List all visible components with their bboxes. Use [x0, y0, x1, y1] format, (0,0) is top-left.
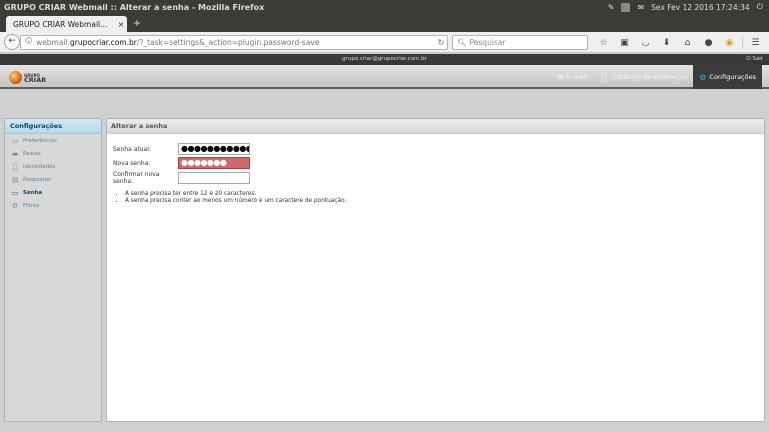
- menu-icon[interactable]: ☰: [745, 38, 766, 48]
- identity-icon: 👤︎: [10, 162, 20, 171]
- nav-addressbook-label: Catálogo de endereços: [612, 73, 688, 81]
- settings-sidebar: Configurações ▭ Preferências ▬ Pastas 👤︎…: [4, 118, 102, 422]
- sidebar-item-label: Pastas: [23, 150, 41, 157]
- clock[interactable]: Sex Fev 12 2016 17:24:34: [651, 3, 750, 12]
- logo-line2: CRIAR: [24, 75, 47, 84]
- nav-settings[interactable]: ⚙ Configurações: [693, 65, 762, 89]
- browser-tab[interactable]: GRUPO CRIAR Webmail... ×: [6, 16, 127, 32]
- new-tab-button[interactable]: +: [131, 17, 143, 30]
- responses-icon: ▤: [11, 175, 19, 184]
- logo-icon: [9, 71, 22, 84]
- browser-toolbar: ☆ ▣ ◡ ⬇ ⌂ ● ◉ ☰: [593, 35, 766, 50]
- system-tray: ✎ ✉ Sex Fev 12 2016 17:24:34 ⏻: [608, 2, 769, 12]
- url-prefix: webmail.: [36, 38, 70, 47]
- mail-indicator-icon[interactable]: ✉: [637, 3, 644, 12]
- sidebar-item-identities[interactable]: 👤︎ Identidades: [5, 160, 101, 173]
- logo-text: GRUPO CRIAR: [24, 73, 46, 83]
- confirm-password-field[interactable]: [178, 172, 250, 184]
- user-strip: grupo.criar@grupocriar.com.br ⏻ Sair: [0, 54, 769, 65]
- new-password-field[interactable]: ●●●●●●●: [178, 157, 250, 169]
- password-rule: A senha precisa ter entre 12 e 20 caract…: [125, 191, 346, 197]
- gear-icon: ⚙: [699, 72, 707, 82]
- sidebar-item-label: Preferências: [23, 137, 57, 144]
- tab-title: GRUPO CRIAR Webmail...: [13, 19, 108, 29]
- sidebar-item-password[interactable]: ▭ Senha: [5, 186, 101, 199]
- chat-icon[interactable]: ●: [698, 38, 719, 48]
- contacts-icon: 👤︎: [599, 72, 610, 82]
- envelope-icon: ✉: [557, 72, 564, 82]
- os-title-bar: GRUPO CRIAR Webmail :: Alterar a senha -…: [0, 0, 769, 14]
- main-nav: ✉ E-mail 👤︎ Catálogo de endereços ⚙ Conf…: [551, 65, 762, 89]
- current-password-field[interactable]: ●●●●●●●●●●●●●●●: [178, 143, 250, 155]
- current-password-row: Senha atual: ●●●●●●●●●●●●●●●: [113, 143, 250, 155]
- logout-button[interactable]: ⏻ Sair: [746, 56, 763, 63]
- url-domain: grupocriar.com.br: [69, 38, 137, 47]
- pocket-icon[interactable]: ◡: [635, 38, 656, 48]
- logo[interactable]: GRUPO CRIAR: [9, 70, 49, 85]
- sidebar-item-label: Filtros: [23, 202, 40, 209]
- nav-settings-label: Configurações: [709, 73, 756, 81]
- reload-icon[interactable]: ↻: [435, 38, 447, 47]
- toolbar-separator: [742, 36, 743, 49]
- password-rule: A senha precisa conter ao menos um númer…: [125, 198, 346, 204]
- navigation-bar: ← 🛈 webmail.grupocriar.com.br/?_task=set…: [0, 32, 769, 53]
- sidebar-item-label: Identidades: [23, 163, 56, 170]
- new-password-label: Nova senha:: [113, 159, 151, 167]
- sidebar-item-label: Senha: [23, 189, 43, 196]
- window-title: GRUPO CRIAR Webmail :: Alterar a senha -…: [4, 2, 265, 12]
- home-icon[interactable]: ⌂: [677, 38, 698, 48]
- password-rules: A senha precisa ter entre 12 e 20 caract…: [125, 191, 346, 204]
- preferences-icon: ▭: [11, 136, 19, 145]
- pen-icon[interactable]: ✎: [608, 3, 615, 12]
- panel-title: Alterar a senha: [107, 119, 764, 134]
- power-icon[interactable]: ⏻: [757, 2, 763, 12]
- confirm-password-row: Confirmar nova senha:: [113, 171, 250, 185]
- folder-icon: ▬: [11, 149, 19, 158]
- url-bar[interactable]: 🛈 webmail.grupocriar.com.br/?_task=setti…: [20, 35, 448, 50]
- url-suffix: /?_task=settings&_action=plugin.password…: [136, 38, 320, 47]
- star-icon[interactable]: ☆: [593, 38, 614, 48]
- search-icon: 🔍︎: [457, 38, 467, 47]
- logout-label: Sair: [752, 56, 763, 62]
- password-panel: Alterar a senha Senha atual: ●●●●●●●●●●●…: [106, 118, 765, 422]
- new-password-row: Nova senha: ●●●●●●●: [113, 157, 250, 169]
- confirm-password-label: Confirmar nova senha:: [113, 171, 160, 185]
- nav-email-label: E-mail: [566, 73, 588, 81]
- back-button[interactable]: ←: [4, 34, 20, 50]
- close-tab-icon[interactable]: ×: [115, 20, 127, 29]
- search-input[interactable]: 🔍︎ Pesquisar: [452, 35, 588, 50]
- tab-strip: GRUPO CRIAR Webmail... × +: [0, 14, 769, 32]
- password-icon: ▭: [11, 188, 19, 197]
- sidebar-item-responses[interactable]: ▤ Respostas: [5, 173, 101, 186]
- sidebar-item-label: Respostas: [23, 176, 51, 183]
- sidebar-title: Configurações: [5, 119, 101, 134]
- sidebar-item-folders[interactable]: ▬ Pastas: [5, 147, 101, 160]
- keyboard-icon[interactable]: [621, 2, 631, 12]
- current-password-label: Senha atual:: [113, 145, 151, 153]
- nav-email[interactable]: ✉ E-mail: [551, 65, 593, 89]
- clipboard-icon[interactable]: ▣: [614, 38, 635, 48]
- site-info-icon[interactable]: 🛈: [25, 37, 32, 48]
- sidebar-item-filters[interactable]: ⚙ Filtros: [5, 199, 101, 212]
- search-placeholder: Pesquisar: [469, 38, 506, 47]
- download-icon[interactable]: ⬇: [656, 38, 677, 48]
- nav-addressbook[interactable]: 👤︎ Catálogo de endereços: [593, 65, 693, 89]
- sidebar-item-preferences[interactable]: ▭ Preferências: [5, 134, 101, 147]
- chrome-icon[interactable]: ◉: [719, 38, 740, 48]
- webmail-header: GRUPO CRIAR ✉ E-mail 👤︎ Catálogo de ende…: [0, 65, 769, 89]
- url-text: webmail.grupocriar.com.br/?_task=setting…: [36, 38, 435, 47]
- user-email: grupo.criar@grupocriar.com.br: [342, 56, 427, 62]
- filters-icon: ⚙: [11, 201, 19, 210]
